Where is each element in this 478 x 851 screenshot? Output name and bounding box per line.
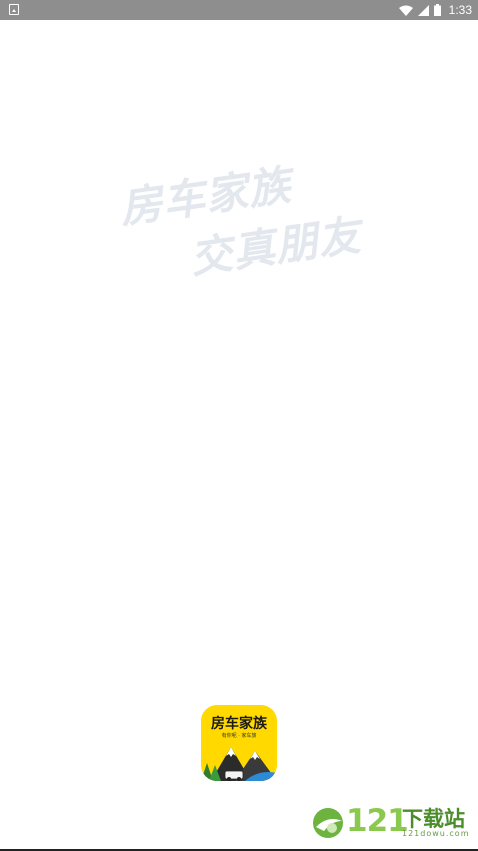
site-watermark: 121 下载站 121dowu.com: [312, 803, 472, 841]
logo-title: 房车家族: [211, 716, 267, 732]
watermark-url: 121dowu.com: [402, 829, 470, 838]
mountain-icon: [201, 747, 277, 781]
logo-subtitle: 有你呢 · 家车旅: [221, 733, 257, 739]
app-logo: 房车家族 有你呢 · 家车旅: [201, 705, 277, 781]
watermark-number: 121: [346, 803, 409, 839]
globe-logo-icon: [313, 808, 343, 838]
splash-slogan: 房车家族 交真朋友: [0, 0, 478, 300]
